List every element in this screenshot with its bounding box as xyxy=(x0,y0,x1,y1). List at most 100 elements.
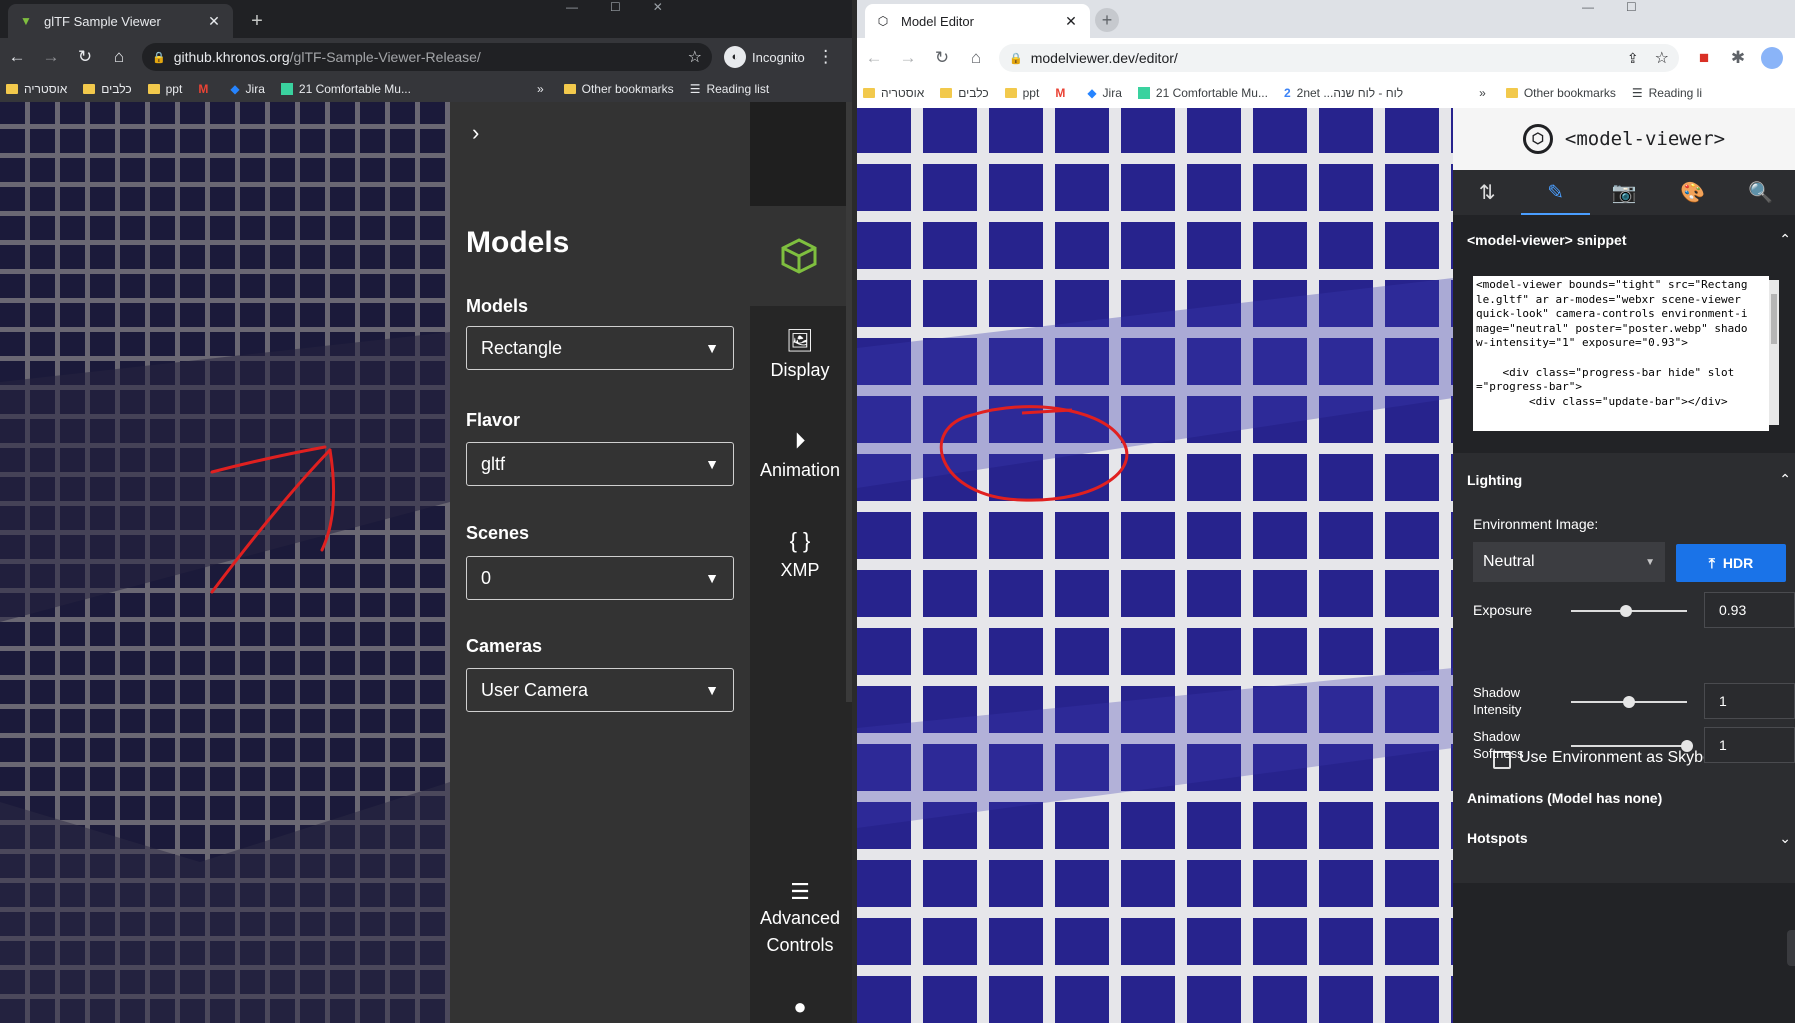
share-icon[interactable]: ⇪ xyxy=(1627,50,1639,67)
models-select[interactable]: Rectangle ▼ xyxy=(466,326,734,370)
maximize-icon[interactable]: ☐ xyxy=(610,0,621,16)
chevron-down-icon[interactable]: ⌄ xyxy=(1779,830,1791,847)
bookmark-folder[interactable]: אוסטריה xyxy=(6,82,67,96)
reading-list[interactable]: ☰ Reading list xyxy=(690,82,769,96)
bookmark-folder[interactable]: ppt xyxy=(1004,86,1039,100)
shadow-intensity-input[interactable]: 1 xyxy=(1704,683,1795,719)
bookmark-star-icon[interactable]: ☆ xyxy=(688,47,702,67)
scenes-select[interactable]: 0 ▼ xyxy=(466,556,734,600)
puzzle-icon[interactable]: ✱ xyxy=(1721,41,1755,75)
gltf-viewer-canvas[interactable] xyxy=(0,102,450,1023)
back-arrow-icon[interactable]: ← xyxy=(0,40,34,74)
bookmark-star-icon[interactable]: ☆ xyxy=(1655,48,1669,68)
bookmark-folder[interactable]: ppt xyxy=(147,82,182,96)
viewer-nav-rail: 🖼 Display ⏵ Animation { } XMP ☰ Advanced… xyxy=(750,102,852,1023)
bookmarks-more[interactable]: » xyxy=(1479,86,1486,100)
bookmark-gmail[interactable]: M xyxy=(198,82,214,96)
lock-icon: 🔒 xyxy=(1009,52,1023,65)
swap-vertical-icon: ⇅ xyxy=(1478,182,1496,204)
home-icon[interactable]: ⌂ xyxy=(959,41,993,75)
reading-list-icon: ☰ xyxy=(689,82,701,96)
bookmark-gmail[interactable]: M xyxy=(1055,86,1071,100)
search-icon: 🔍 xyxy=(1748,182,1774,204)
rail-item-advanced-controls[interactable]: ☰ Advanced Controls xyxy=(750,878,850,959)
bookmark-comfortable[interactable]: 21 Comfortable Mu... xyxy=(1137,86,1268,100)
bookmark-folder[interactable]: אוסטריה xyxy=(863,86,924,100)
right-tab-title: Model Editor xyxy=(901,13,974,29)
flavor-select[interactable]: gltf ▼ xyxy=(466,442,734,486)
chevron-right-icon[interactable]: › xyxy=(472,120,479,146)
tab-import-export[interactable]: ⇅ xyxy=(1453,170,1521,215)
right-address-bar[interactable]: 🔒 modelviewer.dev/editor/ ⇪ ☆ xyxy=(999,44,1679,72)
close-icon[interactable]: ✕ xyxy=(1062,12,1080,30)
bookmark-comfortable[interactable]: 21 Comfortable Mu... xyxy=(280,82,411,96)
folder-icon xyxy=(1505,88,1518,98)
bookmark-folder[interactable]: כלבים xyxy=(83,82,132,96)
close-window-icon[interactable]: ✕ xyxy=(653,0,663,16)
tab-camera[interactable]: 📷 xyxy=(1590,170,1658,215)
minimize-icon[interactable]: — xyxy=(566,0,578,16)
github-icon[interactable]: ● xyxy=(750,994,850,1020)
shadow-softness-input[interactable]: 1 xyxy=(1704,727,1795,763)
bookmark-folder[interactable]: כלבים xyxy=(940,86,989,100)
left-tab[interactable]: ▼ glTF Sample Viewer ✕ xyxy=(8,4,233,38)
right-tab[interactable]: ⬡ Model Editor ✕ xyxy=(865,4,1090,38)
rail-item-models[interactable] xyxy=(750,206,848,306)
home-icon[interactable]: ⌂ xyxy=(102,40,136,74)
rail-item-display[interactable]: 🖼 Display xyxy=(750,328,850,381)
rail-item-xmp[interactable]: { } XMP xyxy=(750,528,850,581)
cameras-select[interactable]: User Camera ▼ xyxy=(466,668,734,712)
new-tab-plus-icon[interactable]: + xyxy=(244,8,270,34)
models-panel: › Models Models Rectangle ▼ Flavor gltf … xyxy=(450,102,750,1023)
extension-icon[interactable]: ■ xyxy=(1687,41,1721,75)
model-viewer-canvas[interactable] xyxy=(857,108,1453,1023)
reading-list[interactable]: ☰ Reading li xyxy=(1632,86,1702,100)
left-omnibar: ← → ↻ ⌂ 🔒 github.khronos.org /glTF-Sampl… xyxy=(0,38,852,76)
bookmark-jira[interactable]: ◆ Jira xyxy=(1087,86,1122,100)
lighting-heading[interactable]: Lighting xyxy=(1467,472,1522,488)
new-tab-plus-icon[interactable]: + xyxy=(1095,8,1119,32)
reload-icon[interactable]: ↻ xyxy=(68,40,102,74)
menu-dots-icon[interactable]: ⋮ xyxy=(809,40,843,74)
shadow-intensity-knob[interactable] xyxy=(1623,696,1635,708)
tab-materials[interactable]: 🎨 xyxy=(1658,170,1726,215)
avatar[interactable] xyxy=(1755,41,1789,75)
hdr-upload-button[interactable]: ⤒ HDR xyxy=(1676,544,1786,582)
reload-icon[interactable]: ↻ xyxy=(925,41,959,75)
side-handle[interactable] xyxy=(1787,930,1795,966)
left-address-bar[interactable]: 🔒 github.khronos.org /glTF-Sample-Viewer… xyxy=(142,43,712,71)
forward-arrow-icon[interactable]: → xyxy=(891,41,925,75)
other-bookmarks[interactable]: Other bookmarks xyxy=(563,82,674,96)
other-bookmarks[interactable]: Other bookmarks xyxy=(1505,86,1616,100)
snippet-textarea[interactable]: <model-viewer bounds="tight" src="Rectan… xyxy=(1473,276,1769,431)
chevron-up-icon[interactable]: ⌃ xyxy=(1779,231,1791,248)
jira-icon: ◆ xyxy=(230,82,240,96)
minimize-icon[interactable]: — xyxy=(1582,0,1594,16)
hotspots-heading[interactable]: Hotspots xyxy=(1467,830,1528,846)
maximize-icon[interactable]: ☐ xyxy=(1626,0,1637,16)
shadow-softness-label: Shadow Softness xyxy=(1473,729,1524,761)
close-icon[interactable]: ✕ xyxy=(205,12,223,30)
exposure-slider[interactable] xyxy=(1571,605,1687,617)
rail-item-animation[interactable]: ⏵ Animation xyxy=(750,428,850,481)
bookmark-2net[interactable]: 2 2net ...לוח - לוח שנה xyxy=(1284,86,1403,100)
tab-inspect[interactable]: 🔍 xyxy=(1727,170,1795,215)
snippet-heading[interactable]: <model-viewer> snippet xyxy=(1467,232,1627,248)
models-label: Models xyxy=(466,296,529,316)
back-arrow-icon[interactable]: ← xyxy=(857,41,891,75)
animations-heading: Animations (Model has none) xyxy=(1467,790,1663,806)
chevron-up-icon[interactable]: ⌃ xyxy=(1779,471,1791,488)
shadow-intensity-slider[interactable] xyxy=(1571,696,1687,708)
folder-icon xyxy=(147,84,160,94)
bookmarks-more[interactable]: » xyxy=(537,82,544,96)
environment-select[interactable]: Neutral ▼ xyxy=(1473,542,1665,582)
exposure-input[interactable]: 0.93 xyxy=(1704,592,1795,628)
incognito-badge[interactable]: ◐ Incognito xyxy=(724,46,805,68)
shadow-softness-slider[interactable] xyxy=(1571,740,1693,752)
tab-edit[interactable]: ✎ xyxy=(1521,170,1591,215)
shadow-softness-knob[interactable] xyxy=(1681,740,1693,752)
forward-arrow-icon[interactable]: → xyxy=(34,40,68,74)
snippet-scrollbar[interactable] xyxy=(1769,280,1779,425)
exposure-slider-knob[interactable] xyxy=(1619,605,1632,617)
bookmark-jira[interactable]: ◆ Jira xyxy=(230,82,265,96)
